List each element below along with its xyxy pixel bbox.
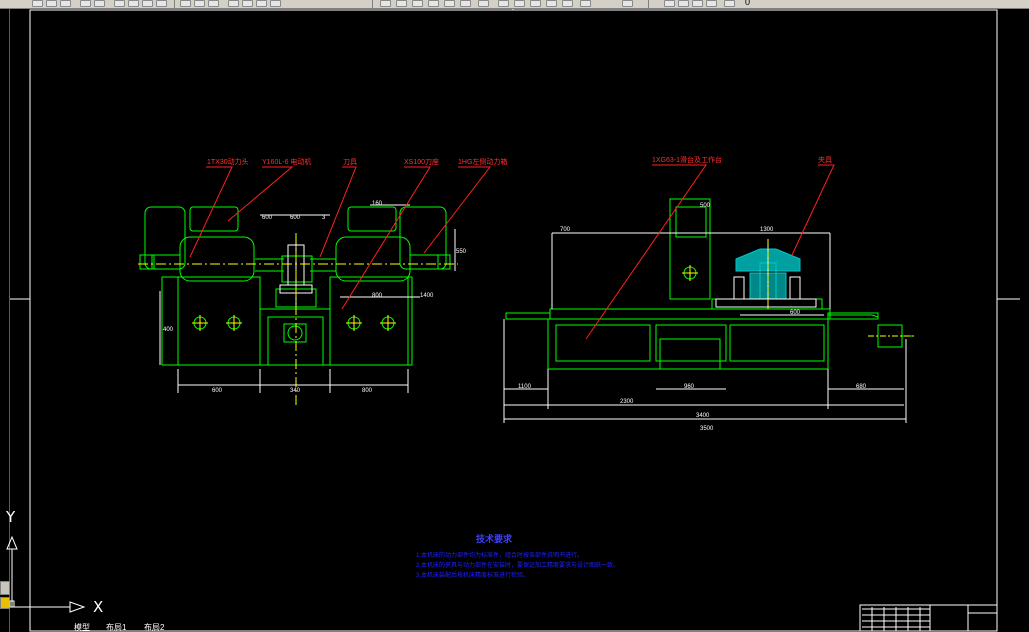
dimension-text: 1100: [518, 384, 532, 390]
toolbar-separator: [648, 0, 649, 8]
dimension-text: 600: [790, 310, 801, 316]
layer-color-icon[interactable]: [706, 0, 717, 7]
dimension-text: 160: [372, 201, 383, 207]
dimension-text: 3400: [696, 413, 710, 419]
dimension-text: 800: [362, 388, 373, 394]
tab-layout1[interactable]: 布局1: [106, 624, 126, 632]
lock-icon[interactable]: [692, 0, 703, 7]
print-icon[interactable]: [80, 0, 91, 7]
help-icon[interactable]: [478, 0, 489, 7]
title-block: [859, 604, 998, 632]
dimension-text: 960: [684, 384, 695, 390]
notes-title: 技术要求: [476, 533, 513, 544]
layer-dropdown-icon[interactable]: [724, 0, 735, 7]
left-view-leader-label: 刀具: [343, 158, 357, 166]
dimension-text: 3500: [700, 426, 714, 432]
notes-line: 1.本机床的动力部件均为标准件，组合时按各部件说明书进行。: [416, 551, 583, 559]
layer-isolate-icon[interactable]: [580, 0, 591, 7]
layer-lock-icon[interactable]: [622, 0, 633, 7]
match-layer-icon[interactable]: [562, 0, 573, 7]
quickcalc-icon[interactable]: [460, 0, 471, 7]
left-view-assembly: [139, 206, 451, 366]
redo-icon[interactable]: [194, 0, 205, 7]
notes-line: 2.本机床的夹具与动力部件在安装时，要保证加工精度要求与设计图纸一致。: [416, 561, 619, 569]
properties-icon[interactable]: [380, 0, 391, 7]
layout-tabs: 模型 布局1 布局2: [14, 624, 214, 632]
design-center-icon[interactable]: [396, 0, 407, 7]
ucs-y-label: Y: [6, 508, 16, 526]
paste-icon[interactable]: [142, 0, 153, 7]
hyperlink-icon[interactable]: [208, 0, 219, 7]
right-view-dimension-lines: [503, 232, 907, 423]
drawing-area[interactable]: 1TX30动力头 Y160L-6 电动机 刀具 XS100刀座 1HG左侧动力箱…: [0, 9, 1029, 632]
plot-preview-icon[interactable]: [94, 0, 105, 7]
dimension-text: 3: [322, 215, 326, 221]
left-view-leaders: [189, 166, 492, 310]
zoom-previous-icon[interactable]: [270, 0, 281, 7]
dimension-text: 1400: [420, 293, 434, 299]
zoom-window-icon[interactable]: [256, 0, 267, 7]
layer-state-icon[interactable]: [514, 0, 525, 7]
dimension-text: 500: [700, 203, 711, 209]
notes-line: 3.本机床装配后按机床精度标准进行检验。: [416, 571, 529, 579]
tab-layout2[interactable]: 布局2: [144, 624, 164, 632]
pan-icon[interactable]: [228, 0, 239, 7]
left-view-leader-label: 1HG左侧动力箱: [458, 157, 507, 166]
cut-icon[interactable]: [114, 0, 125, 7]
left-view-leader-label: XS100刀座: [404, 157, 439, 166]
layer-visibility-icon[interactable]: [664, 0, 675, 7]
tab-model[interactable]: 模型: [74, 624, 90, 632]
toolbar-separator: [372, 0, 373, 8]
current-layer-name[interactable]: 0: [745, 0, 750, 7]
make-current-icon[interactable]: [546, 0, 557, 7]
match-properties-icon[interactable]: [156, 0, 167, 7]
right-view-leader-label: 1XG63-1滑台及工作台: [652, 155, 722, 164]
ucs-x-label: X: [93, 598, 104, 616]
dimension-text: 600: [262, 215, 273, 221]
left-view-leader-label: 1TX30动力头: [207, 157, 249, 166]
layer-manager-icon[interactable]: [498, 0, 509, 7]
freeze-icon[interactable]: [678, 0, 689, 7]
dimension-text: 800: [372, 293, 383, 299]
dimension-text: 680: [856, 384, 867, 390]
dimension-text: 700: [560, 227, 571, 233]
right-view-centerlines: [682, 239, 916, 337]
dimension-text: 1300: [760, 227, 774, 233]
left-view-labels: 1TX30动力头 Y160L-6 电动机 刀具 XS100刀座 1HG左侧动力箱: [207, 157, 507, 166]
zoom-realtime-icon[interactable]: [242, 0, 253, 7]
toolbar: 0: [0, 0, 1029, 9]
sheet-set-icon[interactable]: [428, 0, 439, 7]
open-icon[interactable]: [46, 0, 57, 7]
dimension-text: 340: [290, 388, 301, 394]
dimension-text: 600: [290, 215, 301, 221]
tool-palettes-icon[interactable]: [412, 0, 423, 7]
dimension-text: 2300: [620, 399, 634, 405]
right-view-labels: 1XG63-1滑台及工作台 夹具: [652, 155, 832, 164]
new-icon[interactable]: [32, 0, 43, 7]
dimension-text: 550: [456, 249, 467, 255]
dimension-text: 600: [212, 388, 223, 394]
undo-icon[interactable]: [180, 0, 191, 7]
save-icon[interactable]: [60, 0, 71, 7]
right-view-assembly: [505, 198, 912, 370]
layer-previous-icon[interactable]: [530, 0, 541, 7]
toolbar-separator: [174, 0, 175, 8]
technical-requirements: 技术要求 1.本机床的动力部件均为标准件，组合时按各部件说明书进行。 2.本机床…: [416, 533, 619, 579]
copy-icon[interactable]: [128, 0, 139, 7]
right-view-leader-label: 夹具: [818, 155, 832, 164]
dimension-text: 400: [163, 327, 174, 333]
left-view-leader-label: Y160L-6 电动机: [262, 157, 311, 166]
markup-icon[interactable]: [444, 0, 455, 7]
ucs-icon: [6, 535, 86, 613]
